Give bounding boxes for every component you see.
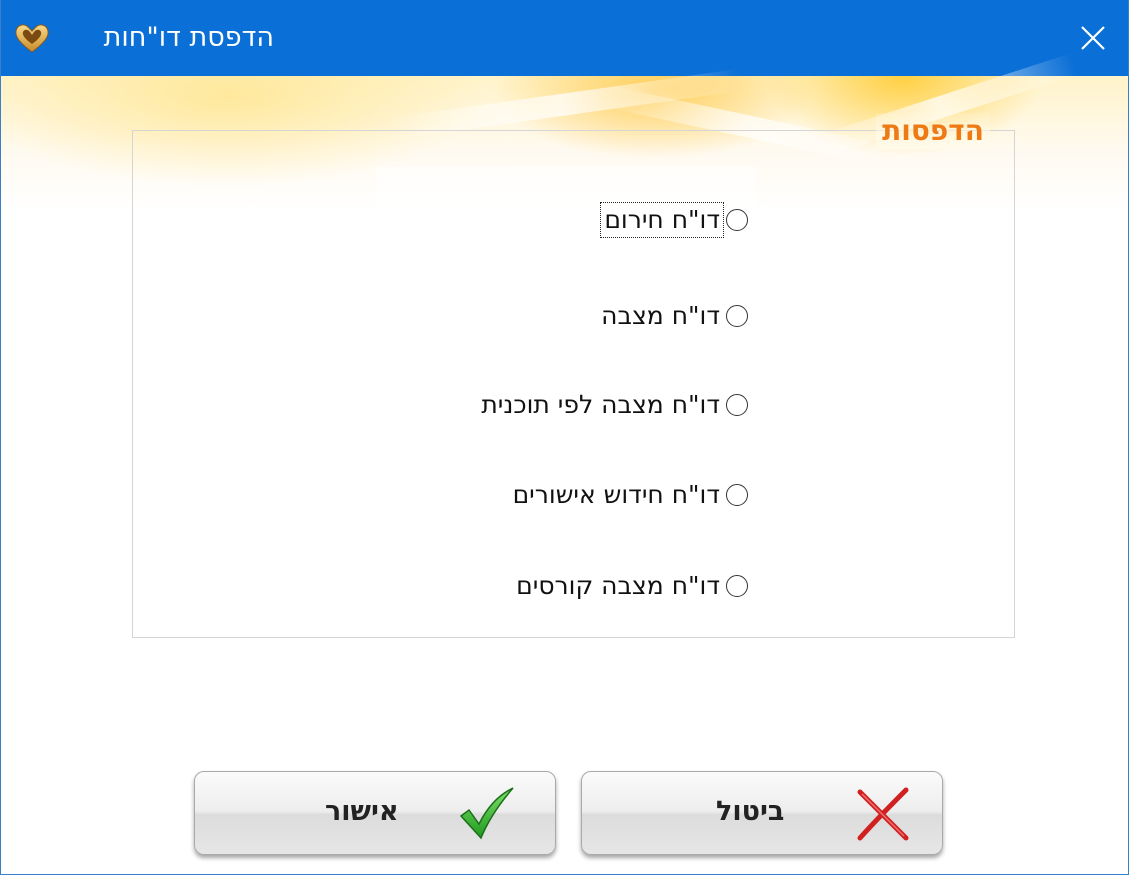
- heart-logo-icon: [15, 24, 49, 53]
- window-title: הדפסת דו"חות: [103, 22, 274, 53]
- radio-button[interactable]: [726, 575, 748, 597]
- close-icon: [1081, 26, 1105, 50]
- radio-option-courses-roster-report[interactable]: דו"ח מצבה קורסים: [514, 566, 748, 606]
- prints-groupbox: הדפסות: [132, 113, 1015, 638]
- radio-button[interactable]: [726, 394, 748, 416]
- radio-label: דו"ח חירום: [600, 202, 724, 238]
- radio-button[interactable]: [726, 484, 748, 506]
- radio-label: דו"ח חידוש אישורים: [512, 480, 720, 509]
- radio-label: דו"ח מצבה: [601, 301, 720, 330]
- cancel-button-label: ביטול: [716, 796, 785, 827]
- radio-button[interactable]: [726, 209, 748, 231]
- radio-label: דו"ח מצבה לפי תוכנית: [481, 390, 720, 419]
- checkmark-icon: [459, 787, 514, 840]
- red-x-icon: [857, 787, 909, 841]
- groupbox-title: הדפסות: [876, 113, 990, 149]
- radio-option-roster-report[interactable]: דו"ח מצבה: [599, 296, 748, 336]
- ok-button[interactable]: אישור: [194, 771, 556, 855]
- ok-button-label: אישור: [325, 796, 399, 827]
- radio-option-emergency-report[interactable]: דו"ח חירום: [600, 200, 748, 240]
- title-bar[interactable]: הדפסת דו"חות: [1, 0, 1128, 76]
- radio-label: דו"ח מצבה קורסים: [516, 571, 720, 600]
- cancel-button[interactable]: ביטול: [581, 771, 943, 855]
- radio-option-roster-by-program-report[interactable]: דו"ח מצבה לפי תוכנית: [479, 385, 748, 425]
- radio-option-renewal-report[interactable]: דו"ח חידוש אישורים: [511, 475, 748, 515]
- print-reports-dialog: הדפסת דו"חות הדפסות דו"ח חירום דו"ח מצבה…: [0, 0, 1129, 875]
- radio-button[interactable]: [726, 305, 748, 327]
